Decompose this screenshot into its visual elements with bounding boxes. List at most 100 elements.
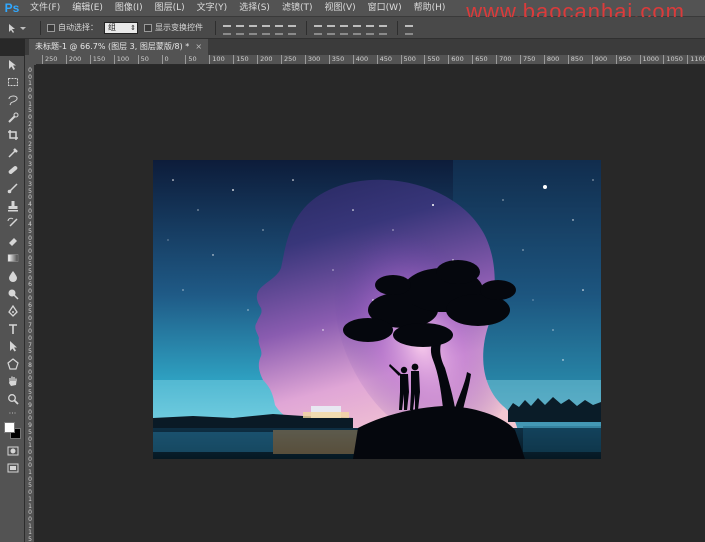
eraser-icon[interactable] (0, 232, 25, 250)
auto-select-label: 自动选择： (58, 23, 98, 32)
ruler-tick-label: 550 (424, 55, 440, 64)
align-left-icon[interactable] (261, 23, 271, 35)
zoom-icon[interactable] (0, 390, 25, 408)
pen-icon[interactable] (0, 302, 25, 320)
ruler-tick-label: 250 (42, 55, 57, 64)
ruler-tick-label: 50 (185, 55, 197, 64)
show-transform-label: 显示变换控件 (155, 23, 203, 32)
ruler-tick-label: 100 (209, 55, 225, 64)
distribute-right-icon[interactable] (378, 23, 388, 35)
distribute-top-icon[interactable] (313, 23, 323, 35)
ruler-tick-label: 1000 (639, 55, 659, 64)
menu-image[interactable]: 图像(I) (109, 0, 149, 17)
align-right-icon[interactable] (287, 23, 297, 35)
menu-view[interactable]: 视图(V) (318, 0, 361, 17)
move-tool-preset[interactable] (6, 22, 28, 34)
ruler-tick-label: 500 (400, 55, 416, 64)
auto-select-dropdown[interactable]: 组 (104, 21, 138, 34)
ruler-tick-label: 700 (496, 55, 512, 64)
options-bar: 自动选择： 组 显示变换控件 (0, 17, 705, 39)
separator (397, 20, 398, 35)
ruler-tick-label: 200 (257, 55, 273, 64)
shape-icon[interactable] (0, 355, 25, 373)
foreground-color-swatch[interactable] (4, 421, 15, 433)
ruler-tick-label: 200 (65, 55, 81, 64)
ruler-tick-label: 600 (448, 55, 464, 64)
align-top-icon[interactable] (222, 23, 232, 35)
align-vcenter-icon[interactable] (235, 23, 245, 35)
ruler-corner (25, 55, 36, 65)
auto-select-checkbox[interactable] (47, 23, 55, 32)
menu-window[interactable]: 窗口(W) (362, 0, 408, 17)
menu-filter[interactable]: 滤镜(T) (276, 0, 319, 17)
dodge-icon[interactable] (0, 285, 25, 303)
menu-file[interactable]: 文件(F) (24, 0, 66, 17)
hand-icon[interactable] (0, 373, 25, 391)
auto-select-option[interactable]: 自动选择： (47, 22, 98, 33)
document-tab-title: 未标题-1 @ 66.7% (图层 3, 图层蒙版/8) * (35, 42, 190, 51)
show-transform-option[interactable]: 显示变换控件 (144, 22, 203, 33)
menu-type[interactable]: 文字(Y) (191, 0, 234, 17)
more-tools-icon[interactable]: ··· (0, 408, 25, 420)
history-brush-icon[interactable] (0, 214, 25, 232)
blur-icon[interactable] (0, 267, 25, 285)
menu-edit[interactable]: 编辑(E) (66, 0, 109, 17)
crop-icon[interactable] (0, 126, 25, 144)
ruler-tick-label: 150 (89, 55, 105, 64)
ruler-tick-label: 50 (137, 55, 149, 64)
move-tool-icon (9, 23, 26, 33)
ruler-tick-label: 800 (543, 55, 559, 64)
ruler-tick-label: 150 (233, 55, 249, 64)
separator (40, 20, 41, 35)
lasso-icon[interactable] (0, 91, 25, 109)
document-canvas[interactable] (153, 160, 601, 459)
document-tab[interactable]: 未标题-1 @ 66.7% (图层 3, 图层蒙版/8) * × (29, 39, 209, 55)
ruler-tick-label: 650 (472, 55, 488, 64)
ruler-tick-label: 5 (28, 536, 32, 542)
double-exposure-image (153, 160, 601, 459)
ruler-tick-label: 350 (328, 55, 344, 64)
align-bottom-icon[interactable] (248, 23, 258, 35)
menu-select[interactable]: 选择(S) (233, 0, 276, 17)
ruler-tick-label: 1050 (663, 55, 683, 64)
auto-align-icon[interactable] (404, 23, 414, 35)
ruler-tick-label: 850 (567, 55, 583, 64)
separator (306, 20, 307, 35)
ruler-tick-label: 0 (161, 55, 169, 64)
ruler-tick-label: 750 (520, 55, 535, 64)
distribute-hcenter-icon[interactable] (365, 23, 375, 35)
distribute-left-icon[interactable] (352, 23, 362, 35)
color-swatches (0, 420, 25, 442)
document-tab-bar: 未标题-1 @ 66.7% (图层 3, 图层蒙版/8) * × (25, 39, 705, 55)
ruler-tick-label: 450 (376, 55, 392, 64)
ruler-tick-label: 1100 (687, 55, 705, 64)
healing-icon[interactable] (0, 162, 25, 180)
ruler-tick-label: 900 (591, 55, 607, 64)
photoshop-logo: Ps (4, 0, 20, 15)
marquee-icon[interactable] (0, 74, 25, 92)
distribute-bottom-icon[interactable] (339, 23, 349, 35)
ruler-tick-label: 400 (352, 55, 368, 64)
vertical-ruler: 0010015020025030035040045050055060065070… (25, 65, 35, 542)
align-hcenter-icon[interactable] (274, 23, 284, 35)
screen-mode-icon[interactable] (0, 459, 25, 477)
eyedropper-icon[interactable] (0, 144, 25, 162)
ruler-tick-label: 300 (304, 55, 320, 64)
stamp-icon[interactable] (0, 197, 25, 215)
horizontal-ruler: 250 200 150 100 50 0 50 100 150 200 250 300 350 400 45… (36, 55, 705, 65)
path-select-icon[interactable] (0, 338, 25, 356)
menu-layer[interactable]: 图层(L) (149, 0, 191, 17)
gradient-icon[interactable] (0, 250, 25, 268)
menu-help[interactable]: 帮助(H) (408, 0, 452, 17)
brush-icon[interactable] (0, 179, 25, 197)
type-icon[interactable] (0, 320, 25, 338)
quick-select-icon[interactable] (0, 109, 25, 127)
separator (215, 20, 216, 35)
ruler-tick-label: 250 (281, 55, 296, 64)
move-icon[interactable] (0, 56, 25, 74)
quick-mask-icon[interactable] (0, 442, 25, 460)
show-transform-checkbox[interactable] (144, 23, 152, 32)
distribute-vcenter-icon[interactable] (326, 23, 336, 35)
menu-bar: Ps 文件(F) 编辑(E) 图像(I) 图层(L) 文字(Y) 选择(S) 滤… (0, 0, 705, 23)
close-icon[interactable]: × (195, 42, 202, 51)
